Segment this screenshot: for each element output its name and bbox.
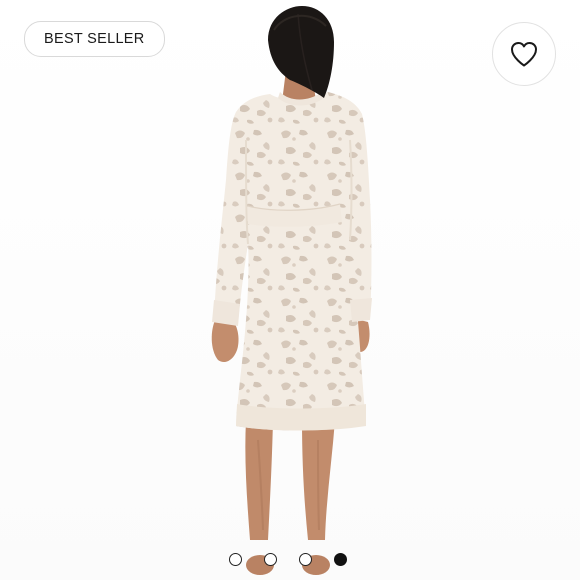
- heart-outline-icon: [511, 42, 537, 67]
- carousel-dot-1[interactable]: [229, 553, 242, 566]
- carousel-dot-2[interactable]: [264, 553, 277, 566]
- best-seller-badge: BEST SELLER: [24, 21, 165, 57]
- carousel-dot-4[interactable]: [334, 553, 347, 566]
- carousel-dot-3[interactable]: [299, 553, 312, 566]
- add-to-favorites-button[interactable]: [492, 22, 556, 86]
- carousel-pagination: [229, 553, 347, 567]
- product-photo: [0, 0, 580, 580]
- product-image-viewer: BEST SELLER: [0, 0, 580, 580]
